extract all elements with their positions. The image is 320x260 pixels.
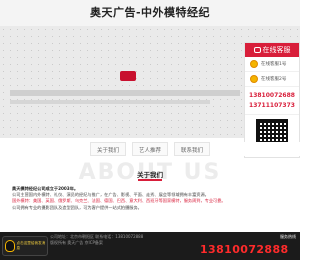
qq-icon xyxy=(250,75,258,83)
about-heading: ABOUT US 关于我们 xyxy=(0,160,300,185)
phone-number-2: 13711107373 xyxy=(249,102,295,109)
banner-stripe xyxy=(10,90,240,96)
service-item-label: 在线客服1号 xyxy=(261,62,287,67)
about-title: 关于我们 xyxy=(137,171,163,179)
service-item-1[interactable]: 在线客服1号 xyxy=(245,57,299,72)
top-bar: 奥天广告-中外模特经纪 xyxy=(0,0,300,26)
online-service-panel: 在线客服 在线客服1号 在线客服2号 13810072688 137111073… xyxy=(244,42,300,158)
qq-icon xyxy=(250,60,258,68)
qq-chat-widget-label: 点击这里给我发消息 xyxy=(16,241,46,250)
nav-artist-recommend[interactable]: 艺人推荐 xyxy=(131,142,168,156)
about-paragraph-3: 公司拥有专业的摄影团队及造型团队，可为客户提供一站式拍摄服务。 xyxy=(12,204,142,210)
chat-icon xyxy=(253,47,261,53)
service-item-2[interactable]: 在线客服2号 xyxy=(245,72,299,87)
about-underline xyxy=(138,179,162,181)
banner-stripe-2 xyxy=(10,100,210,104)
about-content: 奥天模特经纪公司成立于2003年。 公司主营国内外模特、礼仪、演员的经纪与推广，… xyxy=(12,186,242,211)
about-paragraph-2: 国外模特：美国、英国、俄罗斯、乌克兰、法国、德国、巴西、意大利、西班牙等国家模特… xyxy=(12,198,226,204)
phone-block: 13810072688 13711107373 xyxy=(245,87,299,115)
banner-decoration xyxy=(120,71,136,81)
penguin-icon xyxy=(5,240,15,252)
service-item-label: 在线客服2号 xyxy=(261,77,287,82)
service-hotline-label: 服务热线 xyxy=(280,234,296,239)
site-title: 奥天广告-中外模特经纪 xyxy=(89,6,211,19)
section-nav: 关于我们 艺人推荐 联系我们 xyxy=(0,142,300,156)
nav-contact-us[interactable]: 联系我们 xyxy=(174,142,211,156)
nav-about-us[interactable]: 关于我们 xyxy=(89,142,126,156)
footer-hotline[interactable]: 13810072888 xyxy=(200,243,289,256)
phone-number-1: 13810072688 xyxy=(249,92,295,99)
online-service-title: 在线客服 xyxy=(262,46,291,54)
qq-chat-widget[interactable]: 点击这里给我发消息 xyxy=(2,236,48,256)
online-service-header[interactable]: 在线客服 xyxy=(245,43,299,57)
